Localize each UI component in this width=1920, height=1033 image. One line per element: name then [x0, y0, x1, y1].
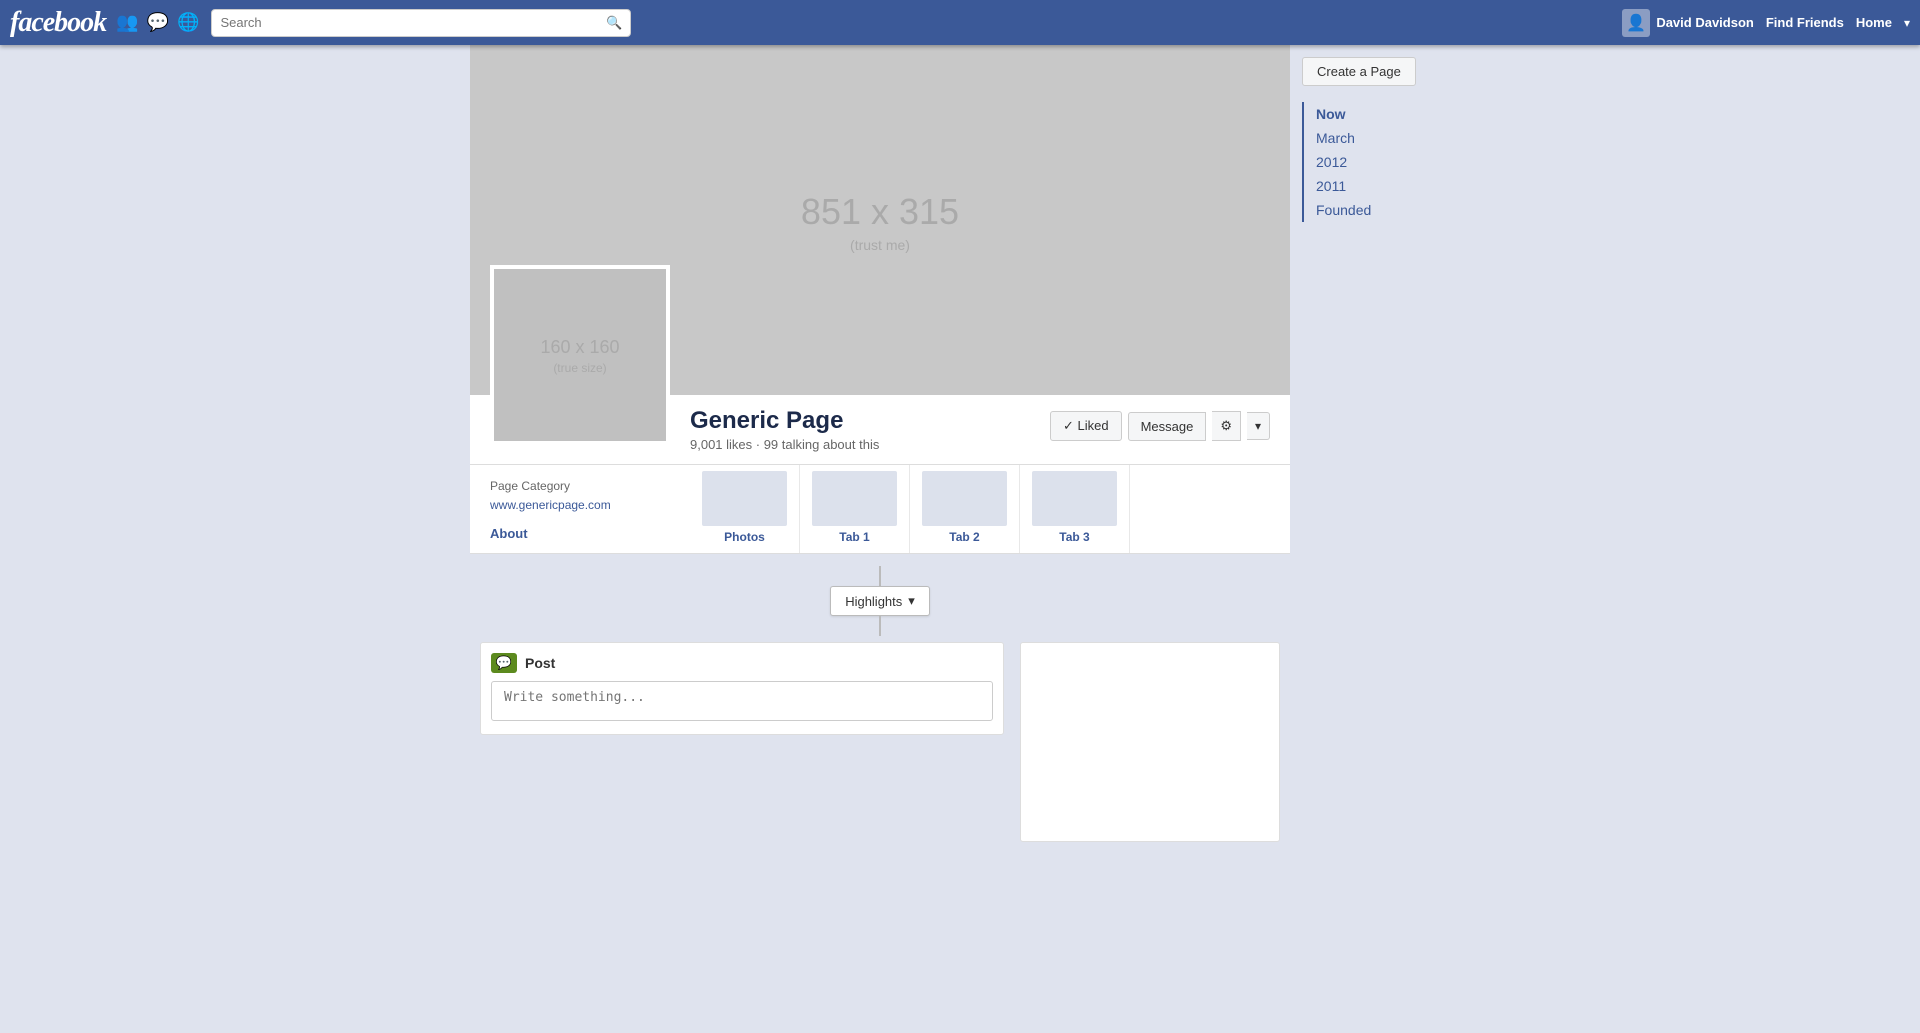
profile-pic-sub: (true size) — [540, 361, 619, 375]
about-tab-inner: Page Category www.genericpage.com — [490, 473, 674, 518]
cover-area: 851 x 315 (trust me) 160 x 160 (true siz… — [470, 45, 1290, 395]
cover-dimensions: 851 x 315 — [801, 187, 959, 237]
photos-tab[interactable]: Photos — [690, 465, 800, 553]
about-link[interactable]: About — [490, 526, 674, 541]
facebook-logo[interactable]: facebook — [10, 7, 106, 39]
highlights-label: Highlights — [845, 594, 902, 609]
tab3-label: Tab 3 — [1059, 530, 1089, 544]
tab1[interactable]: Tab 1 — [800, 465, 910, 553]
tab1-thumbnail — [812, 471, 897, 526]
page-stats: 9,001 likes · 99 talking about this — [690, 437, 879, 452]
about-tab: Page Category www.genericpage.com About — [490, 465, 690, 553]
highlights-dropdown-icon: ▾ — [908, 593, 915, 609]
profile-pic-placeholder: 160 x 160 (true size) — [540, 335, 619, 374]
username[interactable]: David Davidson — [1656, 15, 1754, 30]
timeline-sidebar: Create a Page Now March 2012 2011 Founde… — [1290, 45, 1450, 842]
post-header: 💬 Post — [491, 653, 993, 673]
tabs-area: Page Category www.genericpage.com About … — [470, 465, 1290, 554]
friends-icon[interactable]: 👥 — [116, 12, 138, 33]
nav-icons: 👥 💬 🌐 — [116, 12, 199, 33]
timeline-nav-march[interactable]: March — [1304, 126, 1450, 150]
tab3-thumbnail — [1032, 471, 1117, 526]
page-name-section: Generic Page 9,001 likes · 99 talking ab… — [690, 407, 879, 452]
user-info: 👤 David Davidson — [1622, 9, 1754, 37]
timeline-nav-2011[interactable]: 2011 — [1304, 174, 1450, 198]
messages-icon[interactable]: 💬 — [147, 12, 169, 33]
page-url[interactable]: www.genericpage.com — [490, 498, 611, 512]
post-box: 💬 Post — [480, 642, 1004, 735]
find-friends-link[interactable]: Find Friends — [1766, 15, 1844, 30]
tab2-thumbnail — [922, 471, 1007, 526]
search-icon[interactable]: 🔍 — [606, 15, 622, 31]
search-input[interactable] — [220, 15, 600, 30]
page-name: Generic Page — [690, 407, 879, 435]
timeline-nav-now[interactable]: Now — [1304, 102, 1450, 126]
page-category: Page Category — [490, 479, 674, 493]
page-main: 851 x 315 (trust me) 160 x 160 (true siz… — [470, 45, 1290, 842]
tab2[interactable]: Tab 2 — [910, 465, 1020, 553]
profile-pic-dimensions: 160 x 160 — [540, 335, 619, 360]
post-title: Post — [525, 655, 555, 671]
main-wrapper: 851 x 315 (trust me) 160 x 160 (true siz… — [0, 0, 1920, 842]
right-panel — [1020, 642, 1280, 842]
tab2-label: Tab 2 — [949, 530, 979, 544]
create-page-button[interactable]: Create a Page — [1302, 57, 1416, 86]
page-actions: ✓ Liked Message ⚙ ▾ — [1050, 407, 1270, 441]
timeline-nav-2012[interactable]: 2012 — [1304, 150, 1450, 174]
message-button[interactable]: Message — [1128, 412, 1207, 441]
top-navigation: facebook 👥 💬 🌐 🔍 👤 David Davidson Find F… — [0, 0, 1920, 45]
post-icon: 💬 — [491, 653, 517, 673]
search-bar: 🔍 — [211, 9, 631, 37]
globe-icon[interactable]: 🌐 — [177, 12, 199, 33]
timeline-line-bottom — [879, 616, 881, 636]
feed-area: 💬 Post — [470, 642, 1290, 842]
tab1-label: Tab 1 — [839, 530, 869, 544]
timeline-line-top — [879, 566, 881, 586]
actions-dropdown-button[interactable]: ▾ — [1247, 412, 1270, 440]
home-link[interactable]: Home — [1856, 15, 1892, 30]
feed-right — [1020, 642, 1280, 842]
nav-dropdown-arrow[interactable]: ▾ — [1904, 16, 1910, 30]
cover-placeholder: 851 x 315 (trust me) — [801, 187, 959, 253]
tab3[interactable]: Tab 3 — [1020, 465, 1130, 553]
profile-picture[interactable]: 160 x 160 (true size) — [490, 265, 670, 445]
post-input[interactable] — [491, 681, 993, 721]
timeline-nav-founded[interactable]: Founded — [1304, 198, 1450, 222]
post-icon-glyph: 💬 — [496, 655, 512, 671]
highlights-button[interactable]: Highlights ▾ — [830, 586, 930, 616]
timeline-nav: Now March 2012 2011 Founded — [1302, 102, 1450, 222]
feed-left: 💬 Post — [480, 642, 1004, 842]
avatar: 👤 — [1622, 9, 1650, 37]
settings-button[interactable]: ⚙ — [1212, 411, 1241, 441]
photos-tab-label: Photos — [724, 530, 765, 544]
highlights-section: Highlights ▾ — [470, 554, 1290, 642]
liked-button[interactable]: ✓ Liked — [1050, 411, 1122, 441]
content-area: 851 x 315 (trust me) 160 x 160 (true siz… — [470, 45, 1450, 842]
right-nav: 👤 David Davidson Find Friends Home ▾ — [1622, 9, 1910, 37]
photos-tab-thumbnail — [702, 471, 787, 526]
cover-sub: (trust me) — [801, 237, 959, 253]
